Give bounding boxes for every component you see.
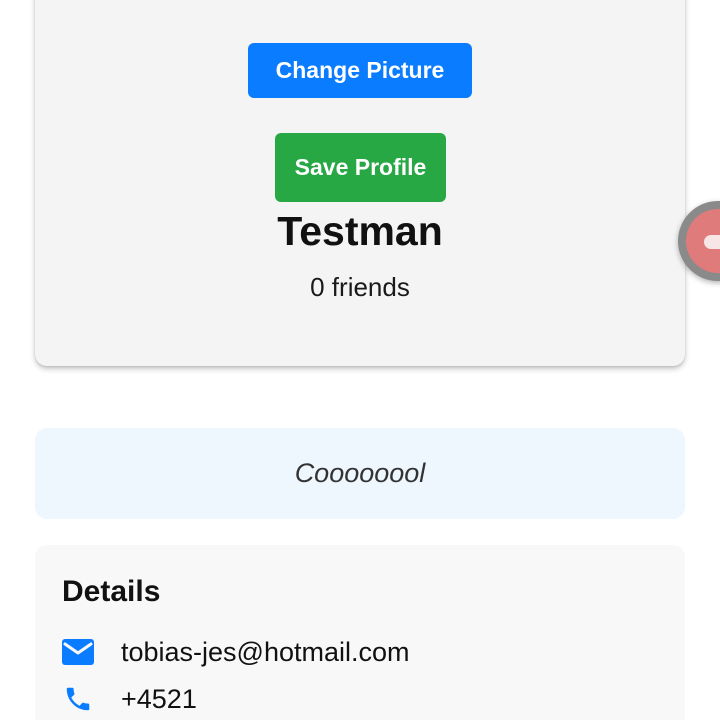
save-profile-button[interactable]: Save Profile — [275, 133, 446, 202]
phone-text: +4521 — [121, 683, 197, 714]
details-card: Details tobias-jes@hotmail.com +4521 — [35, 545, 685, 720]
detail-row-email[interactable]: tobias-jes@hotmail.com — [61, 635, 410, 669]
mail-icon — [61, 635, 95, 669]
profile-name: Testman — [277, 208, 443, 254]
email-text: tobias-jes@hotmail.com — [121, 636, 410, 667]
details-title: Details — [62, 575, 161, 608]
detail-row-phone[interactable]: +4521 — [61, 682, 197, 716]
chat-head-avatar — [686, 209, 720, 273]
profile-page: Change Picture Save Profile Testman 0 fr… — [0, 0, 720, 720]
phone-icon — [61, 682, 95, 716]
change-picture-button[interactable]: Change Picture — [248, 43, 472, 98]
friends-count[interactable]: 0 friends — [35, 272, 685, 303]
bio-text: Coooooool — [294, 458, 426, 488]
bio-card: Coooooool — [35, 428, 685, 519]
